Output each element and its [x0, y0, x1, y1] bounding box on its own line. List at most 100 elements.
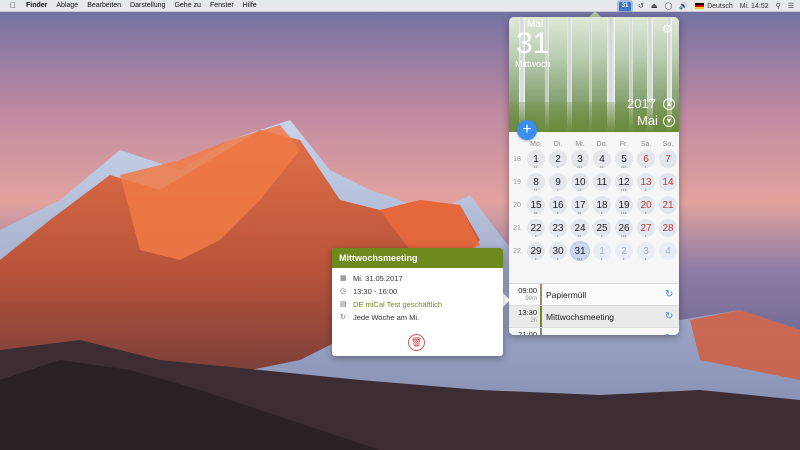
calendar-icon[interactable]: 31: [617, 0, 634, 13]
sync-icon: ↻: [665, 328, 679, 335]
language-menu[interactable]: Deutsch: [695, 3, 733, 10]
day-cell[interactable]: 24 ••: [569, 219, 591, 238]
day-cell[interactable]: 23 •: [547, 219, 569, 238]
day-cell[interactable]: 22 •: [525, 219, 547, 238]
day-cell[interactable]: 27 •: [635, 219, 657, 238]
day-cell[interactable]: 6 •: [635, 150, 657, 169]
day-cell[interactable]: 11: [591, 173, 613, 192]
detail-date: Mi. 31.05.2017: [353, 273, 403, 283]
chevron-up-icon[interactable]: ▲: [663, 98, 675, 110]
day-number[interactable]: 21: [659, 196, 677, 214]
wifi-icon[interactable]: ◯: [665, 2, 673, 10]
event-row[interactable]: 13:30 2h Mittwochsmeeting ↻: [509, 305, 679, 328]
week-row: 19 8 •• 9 • 10 •• 11 12 ••• 13 • 14: [509, 173, 679, 196]
gear-icon[interactable]: ⚙: [662, 22, 673, 36]
clock[interactable]: Mi. 14:52: [740, 3, 769, 10]
week-row: 22 29 • 30 • 31 ••• 1 • 2 • 3 • 4: [509, 242, 679, 265]
event-dots: ••: [534, 187, 538, 192]
event-dots: •: [557, 233, 559, 238]
day-cell[interactable]: 5 •••: [613, 150, 635, 169]
day-cell[interactable]: 2 •: [613, 242, 635, 261]
time-machine-icon[interactable]: ↺: [638, 2, 644, 10]
event-dots: •: [557, 164, 559, 169]
day-cell[interactable]: 4 ••: [591, 150, 613, 169]
day-cell[interactable]: 13 •: [635, 173, 657, 192]
event-dots: •: [645, 210, 647, 215]
apple-menu-icon[interactable]: : [6, 1, 20, 10]
event-dots: •••: [621, 187, 627, 192]
delete-event-button[interactable]: 🗑: [408, 334, 425, 351]
menu-finder[interactable]: Finder: [26, 2, 47, 9]
week-number: 20: [513, 202, 521, 209]
event-dots: •••: [621, 210, 627, 215]
week-number: 18: [513, 156, 521, 163]
event-dots: •••: [621, 233, 627, 238]
event-dots: •: [645, 233, 647, 238]
event-detail-popover: Mittwochsmeeting ▦ Mi. 31.05.2017 ◷ 13:3…: [332, 248, 503, 356]
day-cell[interactable]: 9 •: [547, 173, 569, 192]
day-cell[interactable]: 20 •: [635, 196, 657, 215]
event-title: Papiermüll: [546, 290, 587, 300]
event-dots: •••: [577, 256, 583, 261]
day-number[interactable]: 14: [659, 173, 677, 191]
event-row[interactable]: 09:00 90m Papiermüll ↻: [509, 283, 679, 306]
event-time: 21:00: [518, 330, 537, 336]
detail-time-row: ◷ 13:30 - 16:00: [332, 285, 503, 297]
day-cell[interactable]: 15 ••: [525, 196, 547, 215]
day-number[interactable]: 7: [659, 150, 677, 168]
event-dots: ••: [578, 210, 582, 215]
day-cell[interactable]: 18 •: [591, 196, 613, 215]
event-row[interactable]: 21:002hVolleyball↻: [509, 327, 679, 335]
event-dots: •: [601, 256, 603, 261]
day-cell[interactable]: 10 ••: [569, 173, 591, 192]
event-dots: ••: [578, 187, 582, 192]
menu-darstellung[interactable]: Darstellung: [130, 2, 165, 9]
eject-icon[interactable]: ⏏: [651, 2, 658, 10]
day-number[interactable]: 4: [659, 242, 677, 260]
day-cell[interactable]: 2 •: [547, 150, 569, 169]
week-number: 19: [513, 179, 521, 186]
event-time: 09:00: [518, 286, 537, 295]
day-cell[interactable]: 3 •: [635, 242, 657, 261]
flag-icon: [695, 2, 705, 9]
day-cell[interactable]: 26 •••: [613, 219, 635, 238]
event-time-block: 09:00 90m: [509, 284, 540, 305]
menu-gehe-zu[interactable]: Gehe zu: [174, 2, 200, 9]
volume-icon[interactable]: 🔊: [679, 2, 688, 10]
repeat-icon: ↻: [340, 314, 346, 321]
day-cell[interactable]: 1 •: [591, 242, 613, 261]
list-icon[interactable]: ☰: [788, 2, 794, 10]
day-cell[interactable]: 16 •: [547, 196, 569, 215]
day-cell[interactable]: 4: [657, 242, 679, 261]
day-cell[interactable]: 12 •••: [613, 173, 635, 192]
day-cell[interactable]: 31 •••: [569, 242, 591, 261]
day-cell[interactable]: 19 •••: [613, 196, 635, 215]
menu-bearbeiten[interactable]: Bearbeiten: [87, 2, 121, 9]
day-cell[interactable]: 30 •: [547, 242, 569, 261]
day-number[interactable]: 11: [593, 173, 611, 191]
search-icon[interactable]: ⚲: [776, 2, 781, 10]
day-cell[interactable]: 3 •••: [569, 150, 591, 169]
detail-arrow: [503, 293, 510, 307]
menu-fenster[interactable]: Fenster: [210, 2, 234, 9]
day-cell[interactable]: 28: [657, 219, 679, 238]
day-cell[interactable]: 21: [657, 196, 679, 215]
day-cell[interactable]: 29 •: [525, 242, 547, 261]
weekday-label: Sa.: [640, 140, 652, 148]
day-cell[interactable]: 1 ••: [525, 150, 547, 169]
day-cell[interactable]: 8 ••: [525, 173, 547, 192]
sync-icon: ↻: [665, 311, 674, 322]
day-cell[interactable]: 14: [657, 173, 679, 192]
chevron-down-icon[interactable]: ▼: [663, 115, 675, 127]
menu-ablage[interactable]: Ablage: [56, 2, 78, 9]
add-event-button[interactable]: +: [517, 120, 537, 140]
day-number[interactable]: 28: [659, 219, 677, 237]
header-weekday: Mittwoch: [515, 59, 551, 69]
day-cell[interactable]: 17 ••: [569, 196, 591, 215]
day-cell[interactable]: 25 •: [591, 219, 613, 238]
detail-date-row: ▦ Mi. 31.05.2017: [332, 272, 503, 284]
menu-hilfe[interactable]: Hilfe: [243, 2, 257, 9]
week-row: 20 15 •• 16 • 17 •• 18 • 19 ••• 20 • 21: [509, 196, 679, 219]
event-time-block: 21:002h: [509, 328, 540, 336]
day-cell[interactable]: 7: [657, 150, 679, 169]
